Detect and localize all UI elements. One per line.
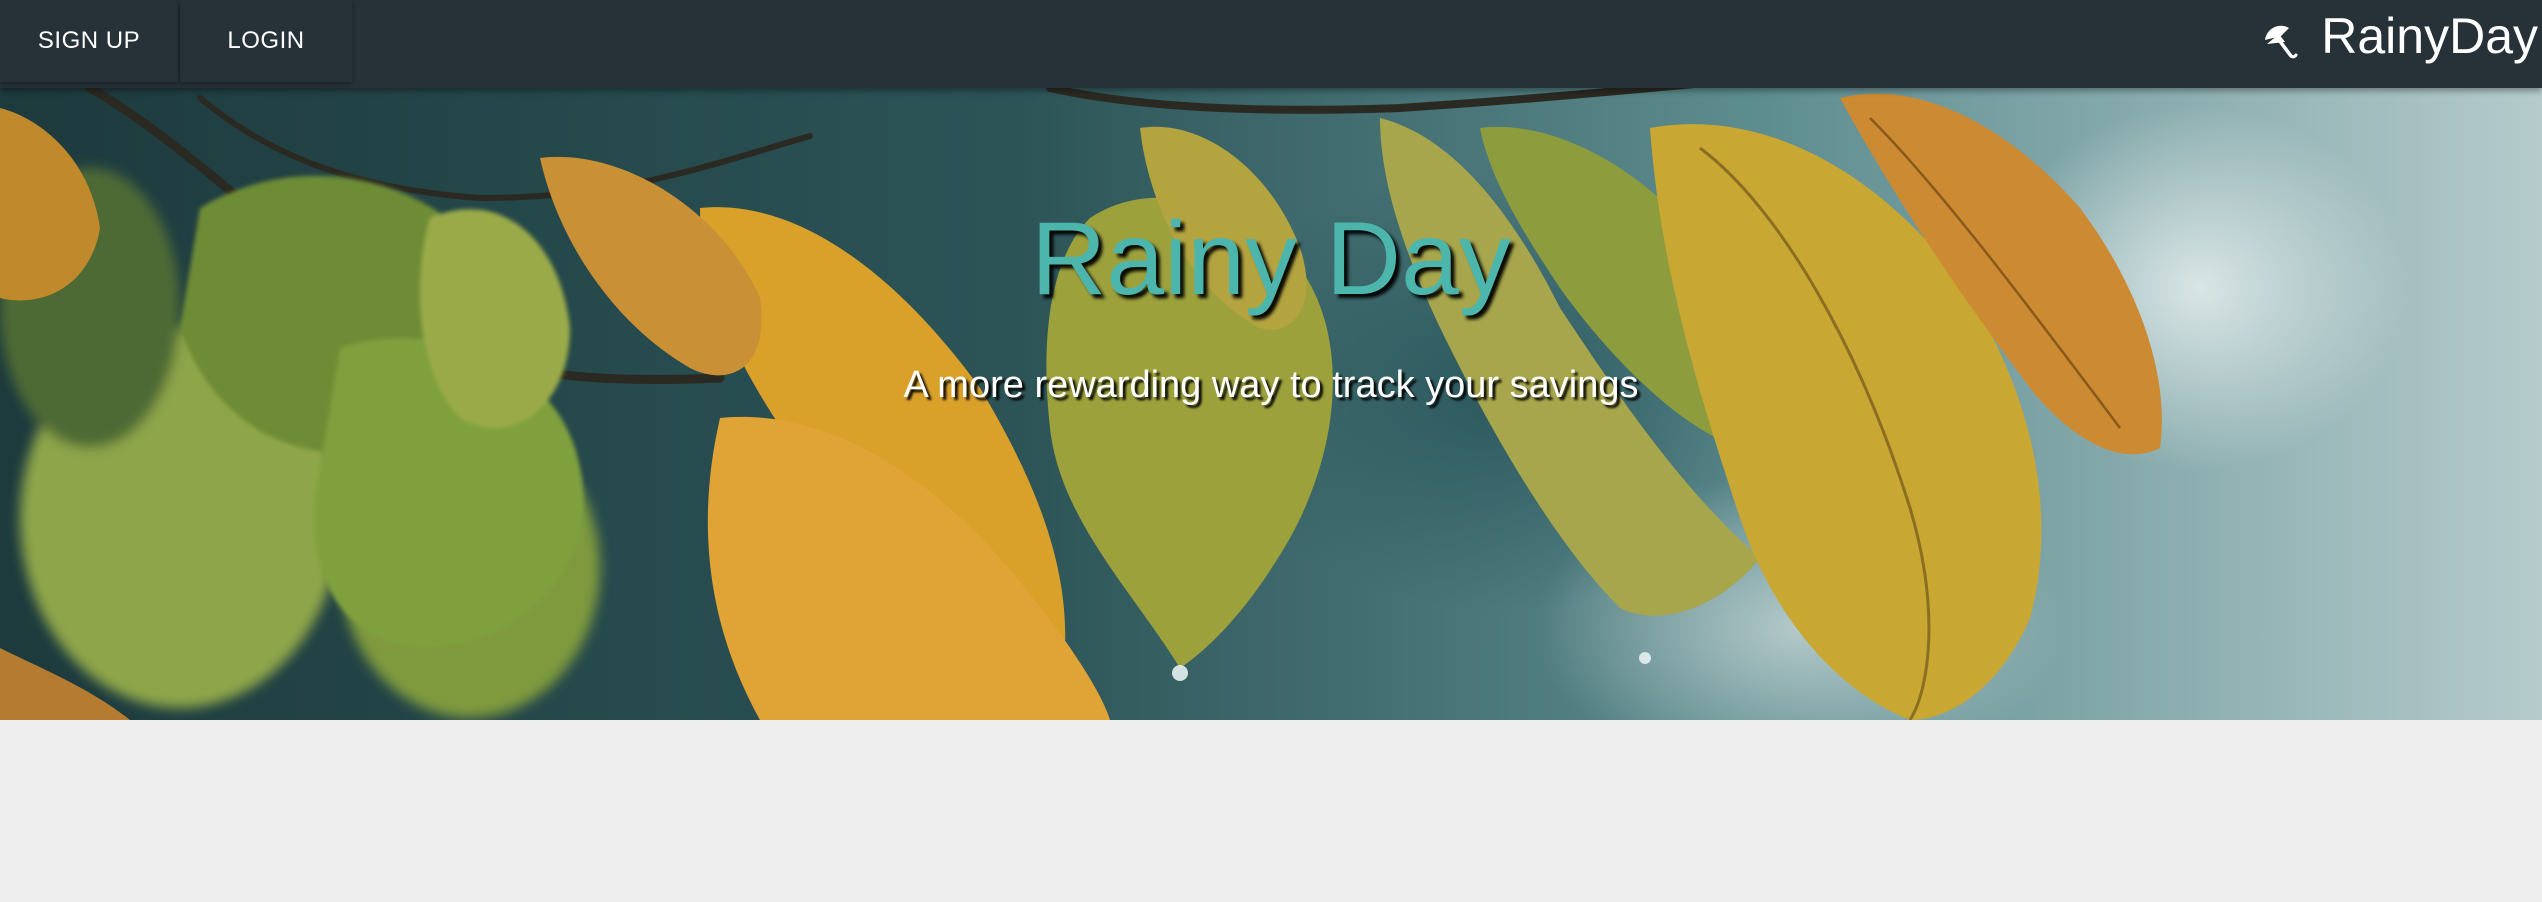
brand-name: RainyDay — [2321, 8, 2538, 64]
nav-links: SIGN UP LOGIN — [0, 0, 352, 82]
signup-button[interactable]: SIGN UP — [0, 0, 178, 82]
top-navbar: SIGN UP LOGIN RainyDay — [0, 0, 2542, 88]
hero-title: Rainy Day — [1031, 201, 1511, 317]
brand-logo-link[interactable]: RainyDay — [2259, 0, 2538, 72]
hero-banner: Rainy Day A more rewarding way to track … — [0, 88, 2542, 720]
umbrella-icon — [2259, 16, 2299, 59]
login-button[interactable]: LOGIN — [180, 0, 352, 82]
main-content-area — [0, 720, 2542, 902]
hero-subtitle: A more rewarding way to track your savin… — [903, 364, 1639, 406]
